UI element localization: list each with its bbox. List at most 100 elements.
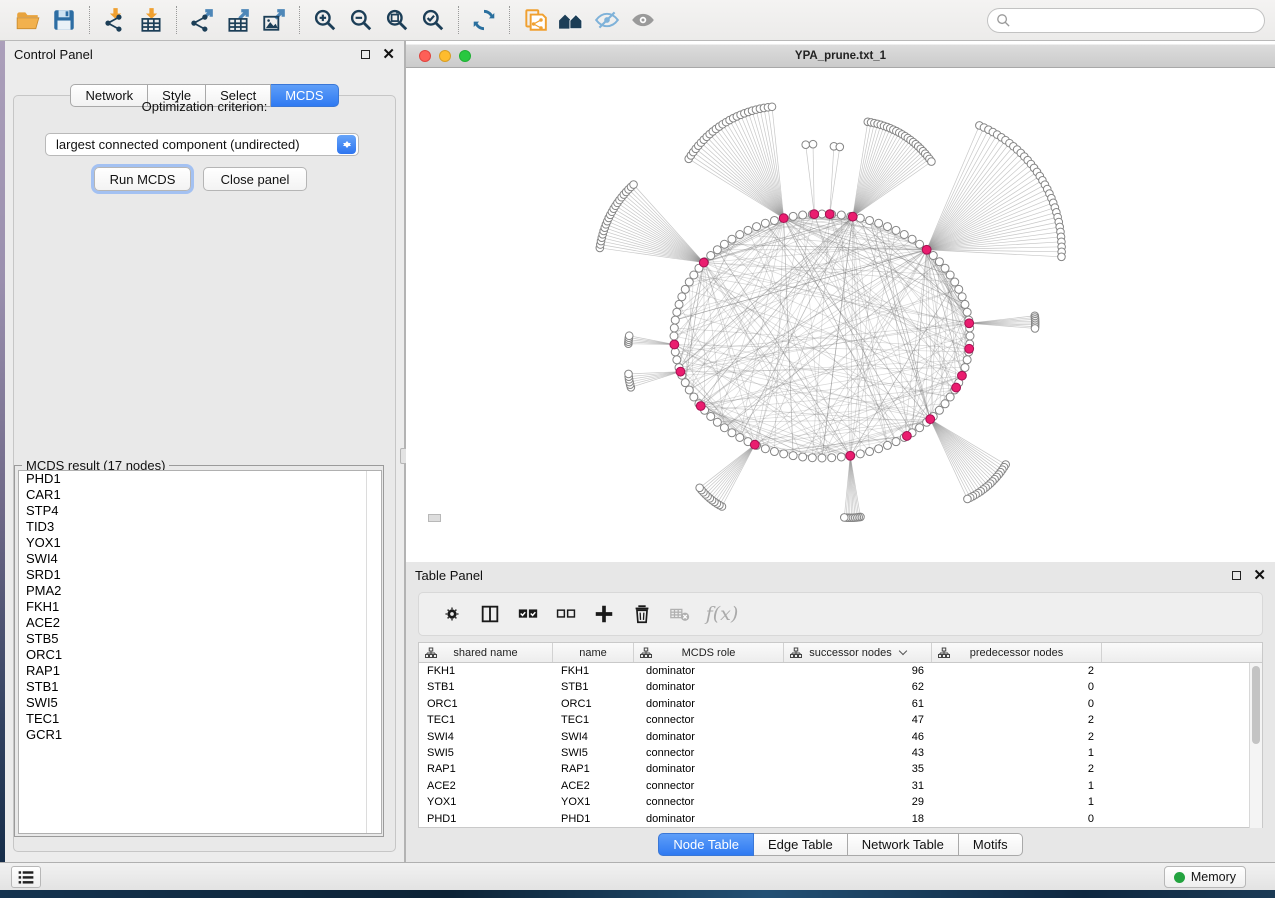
graph-mcds-node[interactable] [926,415,935,424]
table-scrollbar-thumb[interactable] [1252,666,1260,744]
mcds-result-item[interactable]: FKH1 [19,599,381,615]
graph-ring-node[interactable] [690,271,698,279]
duplicate-network-icon[interactable] [517,4,553,36]
graph-ring-node[interactable] [675,300,683,308]
zoom-fit-icon[interactable] [379,4,415,36]
graph-ring-node[interactable] [678,293,686,301]
first-neighbors-icon[interactable] [553,4,589,36]
graph-ring-node[interactable] [736,231,744,239]
table-row[interactable]: RAP1RAP1dominator352 [419,761,1262,777]
graph-ring-node[interactable] [866,448,874,456]
export-network-icon[interactable] [184,4,220,36]
graph-leaf-node[interactable] [696,484,704,492]
graph-ring-node[interactable] [946,393,954,401]
graph-ring-node[interactable] [789,212,797,220]
table-row[interactable]: SWI5SWI5connector431 [419,745,1262,761]
graph-ring-node[interactable] [837,211,845,219]
graph-ring-node[interactable] [875,445,883,453]
graph-ring-node[interactable] [728,235,736,243]
graph-mcds-node[interactable] [952,383,961,392]
graph-mcds-node[interactable] [779,214,788,223]
criterion-dropdown[interactable]: largest connected component (undirected) [45,133,359,156]
graph-ring-node[interactable] [670,332,678,340]
graph-ring-node[interactable] [671,316,679,324]
graph-ring-node[interactable] [935,258,943,266]
mcds-result-list[interactable]: PHD1CAR1STP4TID3YOX1SWI4SRD1PMA2FKH1ACE2… [18,470,382,834]
graph-ring-node[interactable] [941,264,949,272]
zoom-in-icon[interactable] [307,4,343,36]
graph-ring-node[interactable] [892,438,900,446]
graph-ring-node[interactable] [720,240,728,248]
hide-selected-icon[interactable] [589,4,625,36]
float-panel-icon[interactable] [361,50,370,59]
table-settings-gear-icon[interactable] [433,597,471,631]
tab-network-table[interactable]: Network Table [848,833,959,856]
graph-ring-node[interactable] [935,406,943,414]
run-mcds-button[interactable]: Run MCDS [94,167,191,191]
mcds-result-item[interactable]: ORC1 [19,647,381,663]
graph-mcds-node[interactable] [846,451,855,460]
graph-mcds-node[interactable] [922,245,931,254]
graph-ring-node[interactable] [818,454,826,462]
graph-ring-node[interactable] [761,219,769,227]
table-row[interactable]: ORC1ORC1dominator610 [419,696,1262,712]
open-session-icon[interactable] [10,4,46,36]
graph-mcds-node[interactable] [750,440,759,449]
graph-ring-node[interactable] [685,386,693,394]
graph-ring-node[interactable] [961,364,969,372]
search-input[interactable] [987,8,1265,33]
graph-ring-node[interactable] [875,219,883,227]
network-titlebar[interactable]: YPA_prune.txt_1 [406,44,1275,68]
graph-ring-node[interactable] [789,452,797,460]
graph-ring-node[interactable] [961,300,969,308]
network-graph-canvas[interactable] [406,69,1275,562]
table-row[interactable]: YOX1YOX1connector291 [419,794,1262,810]
graph-ring-node[interactable] [799,453,807,461]
mcds-result-item[interactable]: CAR1 [19,487,381,503]
graph-mcds-node[interactable] [670,340,679,349]
graph-ring-node[interactable] [681,379,689,387]
table-splitter-grip[interactable] [428,514,441,522]
close-table-panel-icon[interactable]: ✕ [1253,568,1266,583]
mcds-result-item[interactable]: TID3 [19,519,381,535]
zoom-selected-icon[interactable] [415,4,451,36]
graph-mcds-node[interactable] [825,210,834,219]
graph-ring-node[interactable] [963,356,971,364]
graph-mcds-node[interactable] [965,319,974,328]
table-row[interactable]: SWI4SWI4dominator462 [419,729,1262,745]
graph-ring-node[interactable] [946,271,954,279]
graph-ring-node[interactable] [685,278,693,286]
graph-leaf-node[interactable] [840,514,848,522]
float-table-panel-icon[interactable] [1232,571,1241,580]
column-header-predecessor-nodes[interactable]: predecessor nodes [932,643,1102,662]
graph-ring-node[interactable] [856,450,864,458]
graph-ring-node[interactable] [837,453,845,461]
save-session-icon[interactable] [46,4,82,36]
tab-edge-table[interactable]: Edge Table [754,833,848,856]
graph-mcds-node[interactable] [848,212,857,221]
mcds-result-item[interactable]: STP4 [19,503,381,519]
mcds-result-item[interactable]: PHD1 [19,471,381,487]
graph-ring-node[interactable] [828,454,836,462]
mcds-result-item[interactable]: SRD1 [19,567,381,583]
mcds-result-item[interactable]: GCR1 [19,727,381,743]
deselect-all-rows-icon[interactable] [547,597,585,631]
graph-ring-node[interactable] [728,429,736,437]
graph-leaf-node[interactable] [625,370,633,378]
add-column-icon[interactable] [585,597,623,631]
graph-ring-node[interactable] [916,240,924,248]
graph-ring-node[interactable] [900,231,908,239]
refresh-icon[interactable] [466,4,502,36]
export-image-icon[interactable] [256,4,292,36]
graph-ring-node[interactable] [908,235,916,243]
graph-ring-node[interactable] [883,223,891,231]
graph-ring-node[interactable] [690,393,698,401]
import-network-icon[interactable] [97,4,133,36]
graph-ring-node[interactable] [958,293,966,301]
graph-leaf-node[interactable] [768,103,776,111]
mcds-result-item[interactable]: RAP1 [19,663,381,679]
export-table-icon[interactable] [220,4,256,36]
show-all-icon[interactable] [625,4,661,36]
graph-leaf-node[interactable] [964,495,972,503]
import-table-icon[interactable] [133,4,169,36]
